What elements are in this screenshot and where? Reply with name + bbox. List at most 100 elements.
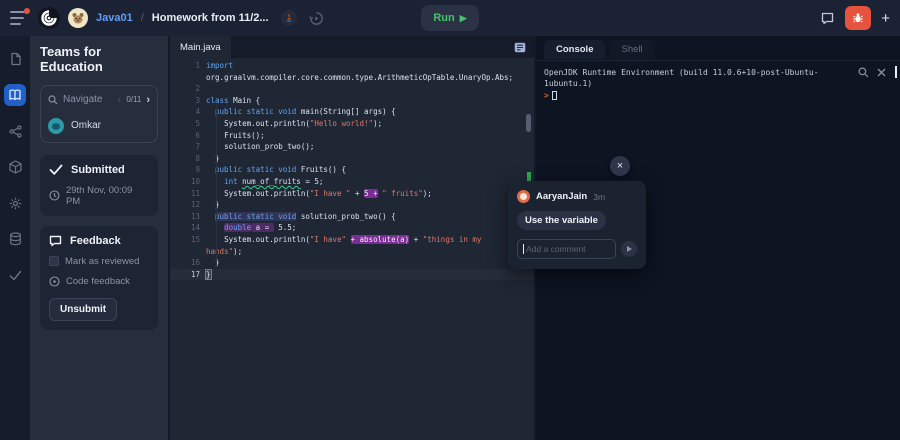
topbar: Java01 / Homework from 11/2... Run ▶ — [0, 0, 900, 36]
tab-console[interactable]: Console — [544, 40, 605, 59]
line-number: 2 — [170, 83, 206, 95]
scrollbar-thumb[interactable] — [526, 114, 531, 132]
java-language-icon — [281, 10, 297, 26]
line-number: 12 — [170, 199, 206, 211]
comment-send-button[interactable] — [621, 241, 637, 257]
line-number: 3 — [170, 95, 206, 107]
console-scrollbar[interactable] — [895, 66, 897, 78]
code-line[interactable]: 8 } — [170, 153, 534, 165]
run-button[interactable]: Run ▶ — [421, 5, 479, 31]
navigate-prev-chevron[interactable]: ‹ — [118, 94, 122, 106]
line-number: 11 — [170, 188, 206, 200]
replit-app: Java01 / Homework from 11/2... Run ▶ — [0, 0, 900, 440]
comment-popup: AaryanJain 3m Use the variable Add a com… — [508, 181, 646, 269]
line-number: 8 — [170, 153, 206, 165]
comment-placeholder: Add a comment — [526, 244, 586, 254]
comment-time: 3m — [593, 192, 605, 202]
editor-tabbar: Main.java — [170, 36, 534, 58]
rail-education-book-icon[interactable] — [4, 84, 26, 106]
navigate-label: Navigate — [63, 94, 113, 105]
replit-logo[interactable] — [38, 7, 60, 29]
feedback-title: Feedback — [70, 235, 121, 247]
code-line[interactable]: 3class Main { — [170, 95, 534, 107]
student-name: Omkar — [71, 120, 101, 131]
code-area[interactable]: 1import org.graalvm.compiler.core.common… — [170, 58, 534, 280]
code-line[interactable]: 17} — [170, 269, 534, 281]
text-caret — [523, 244, 524, 254]
student-row[interactable]: Omkar — [48, 118, 150, 134]
rail-settings-gear-icon[interactable] — [4, 192, 26, 214]
navigate-count: 0/11 — [126, 95, 141, 104]
breadcrumb-team-link[interactable]: Java01 — [96, 12, 133, 24]
hamburger-menu[interactable] — [10, 11, 28, 25]
code-feedback-label: Code feedback — [66, 276, 130, 287]
rail-checklist-icon[interactable] — [4, 264, 26, 286]
chat-icon[interactable] — [820, 11, 835, 26]
student-avatar — [48, 118, 64, 134]
user-avatar[interactable] — [68, 8, 88, 28]
rail-database-icon[interactable] — [4, 228, 26, 250]
code-line[interactable]: 13 public static void solution_prob_two(… — [170, 211, 534, 223]
editor-layout-icon[interactable] — [514, 42, 526, 53]
submitted-timestamp: 29th Nov, 00:09 PM — [66, 185, 149, 207]
sidebar-heading: Teams for Education — [40, 45, 158, 75]
code-line[interactable]: 7 solution_prob_two(); — [170, 141, 534, 153]
line-number: 1 — [170, 60, 206, 83]
search-icon — [48, 95, 58, 105]
left-icon-rail — [0, 36, 30, 440]
code-line[interactable]: 2 — [170, 83, 534, 95]
console-output: OpenJDK Runtime Environment (build 11.0.… — [544, 67, 856, 89]
tab-main-java[interactable]: Main.java — [170, 36, 231, 58]
line-number: 5 — [170, 118, 206, 130]
code-line[interactable]: 1import org.graalvm.compiler.core.common… — [170, 60, 534, 83]
history-icon[interactable] — [309, 11, 324, 26]
breadcrumb-separator: / — [141, 12, 144, 24]
code-line[interactable]: 5 System.out.println("Hello world!"); — [170, 118, 534, 130]
line-number: 17 — [170, 269, 206, 281]
code-feedback-row[interactable]: Code feedback — [49, 276, 149, 287]
line-number: 15 — [170, 234, 206, 257]
mark-reviewed-checkbox[interactable] — [49, 256, 59, 266]
code-line[interactable]: 16 } — [170, 257, 534, 269]
code-line[interactable]: 6 Fruits(); — [170, 130, 534, 142]
line-number: 10 — [170, 176, 206, 188]
repl-title[interactable]: Homework from 11/2... — [152, 12, 269, 24]
rail-packages-icon[interactable] — [4, 156, 26, 178]
mark-reviewed-label: Mark as reviewed — [65, 256, 139, 267]
console-tabbar: Console Shell — [536, 36, 900, 60]
notification-dot — [24, 8, 30, 14]
check-icon — [49, 164, 63, 175]
tab-shell[interactable]: Shell — [609, 40, 654, 59]
comment-input[interactable]: Add a comment — [517, 239, 616, 259]
line-number: 7 — [170, 141, 206, 153]
code-line[interactable]: 11 System.out.println("I have " + 5 + " … — [170, 188, 534, 200]
line-number: 9 — [170, 164, 206, 176]
code-line[interactable]: 12 } — [170, 199, 534, 211]
invite-bug-button[interactable] — [845, 6, 871, 30]
code-line[interactable]: 10 int num_of_fruits = 5; — [170, 176, 534, 188]
navigate-next-chevron[interactable]: › — [146, 94, 150, 106]
line-number: 4 — [170, 106, 206, 118]
code-line[interactable]: 4 public static void main(String[] args)… — [170, 106, 534, 118]
prompt-chevron: > — [544, 90, 549, 101]
code-line[interactable]: 9 public static void Fruits() { — [170, 164, 534, 176]
plus-icon[interactable]: + — [881, 11, 890, 26]
submitted-title: Submitted — [71, 164, 125, 176]
rail-files-icon[interactable] — [4, 48, 26, 70]
console-search-icon[interactable] — [858, 67, 869, 78]
comment-message: Use the variable — [517, 211, 606, 230]
line-number: 13 — [170, 211, 206, 223]
rail-share-icon[interactable] — [4, 120, 26, 142]
commenter-name: AaryanJain — [536, 191, 587, 202]
commenter-avatar — [517, 190, 530, 203]
feedback-bubble-icon — [49, 235, 62, 247]
comment-close-button[interactable]: × — [610, 156, 630, 176]
console-clear-icon[interactable] — [877, 68, 886, 77]
code-line[interactable]: 15 System.out.println("I have" + absolut… — [170, 234, 534, 257]
unsubmit-button[interactable]: Unsubmit — [49, 298, 117, 321]
navigate-search[interactable]: Navigate ‹ 0/11 › — [48, 94, 150, 106]
code-editor: Main.java 1import org.graalvm.compiler.c… — [170, 36, 536, 440]
annotation-marker — [527, 172, 531, 181]
run-label: Run — [433, 12, 454, 24]
code-line[interactable]: 14 double a = 5.5; — [170, 222, 534, 234]
